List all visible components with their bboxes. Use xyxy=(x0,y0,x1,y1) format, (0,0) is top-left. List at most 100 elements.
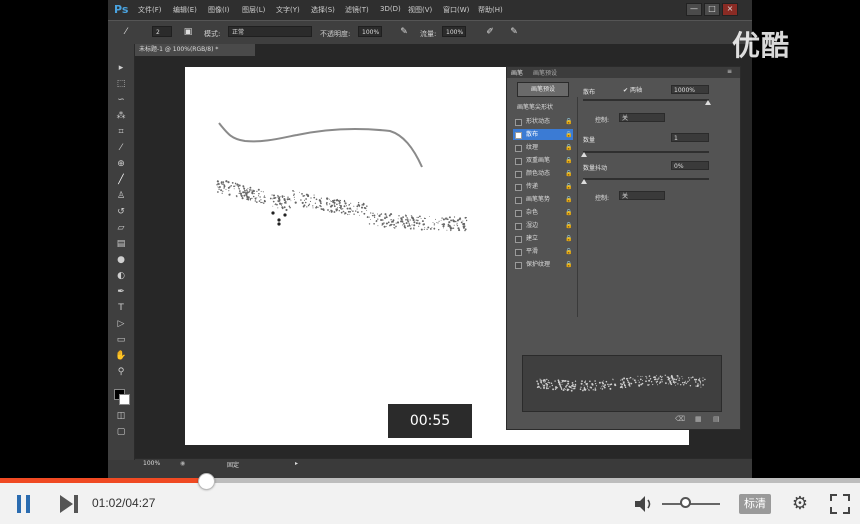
list-item-texture[interactable]: 纹理 🔒 xyxy=(513,142,573,153)
eraser-tool-icon[interactable]: ▱ xyxy=(114,222,128,235)
zoom-level[interactable]: 100% xyxy=(143,460,160,467)
fullscreen-button[interactable] xyxy=(830,494,850,514)
control-select[interactable]: 关 xyxy=(619,113,665,122)
flow-field[interactable]: 100% xyxy=(442,26,466,37)
menu-filter[interactable]: 滤镜(T) xyxy=(345,5,369,15)
minimize-button[interactable]: — xyxy=(686,3,702,16)
both-axes-checkbox[interactable]: ✔ 两轴 xyxy=(623,85,642,94)
status-arrow-icon[interactable]: ▸ xyxy=(295,460,298,467)
list-item-noise[interactable]: 杂色 🔒 xyxy=(513,207,573,218)
marquee-tool-icon[interactable]: ⬚ xyxy=(114,78,128,91)
list-item-shape-dynamics[interactable]: 形状动态 🔒 xyxy=(513,116,573,127)
checkbox[interactable] xyxy=(515,145,522,152)
stamp-tool-icon[interactable]: ♙ xyxy=(114,190,128,203)
list-item-brush-pose[interactable]: 画笔笔势 🔒 xyxy=(513,194,573,205)
count-jitter-field[interactable]: 0% xyxy=(671,161,709,170)
checkbox[interactable] xyxy=(515,210,522,217)
brush-tool-icon[interactable]: ⁄ xyxy=(120,26,132,38)
quick-mask-icon[interactable]: ◫ xyxy=(114,410,128,423)
panel-menu-icon[interactable]: ≡ xyxy=(727,68,732,75)
brush-panel-toggle-icon[interactable]: ▣ xyxy=(182,26,194,38)
lock-icon[interactable]: 🔒 xyxy=(565,181,572,192)
create-new-brush-icon[interactable]: ▤ xyxy=(713,415,720,423)
quick-select-tool-icon[interactable]: ⁂ xyxy=(114,110,128,123)
lock-icon[interactable]: 🔒 xyxy=(565,116,572,127)
opacity-field[interactable]: 100% xyxy=(358,26,382,37)
dodge-tool-icon[interactable]: ◐ xyxy=(114,270,128,283)
pause-button[interactable] xyxy=(17,495,31,513)
lock-icon[interactable]: 🔒 xyxy=(565,246,572,257)
lasso-tool-icon[interactable]: ∽ xyxy=(114,94,128,107)
list-item-smoothing[interactable]: 平滑 🔒 xyxy=(513,246,573,257)
lock-icon[interactable]: 🔒 xyxy=(565,194,572,205)
menu-layer[interactable]: 图层(L) xyxy=(242,5,265,15)
pen-tool-icon[interactable]: ✒ xyxy=(114,286,128,299)
count-jitter-slider-track[interactable] xyxy=(583,178,709,180)
list-item-protect-texture[interactable]: 保护纹理 🔒 xyxy=(513,259,573,270)
volume-slider-track[interactable] xyxy=(662,503,720,505)
lock-icon[interactable]: 🔒 xyxy=(565,168,572,179)
checkbox[interactable] xyxy=(515,223,522,230)
lock-icon[interactable]: 🔒 xyxy=(565,129,572,140)
menu-help[interactable]: 帮助(H) xyxy=(478,5,503,15)
mode-select[interactable]: 正常 xyxy=(228,26,312,37)
lock-icon[interactable]: 🔒 xyxy=(565,142,572,153)
pressure-size-icon[interactable]: ✎ xyxy=(508,26,520,38)
checkbox[interactable] xyxy=(515,158,522,165)
checkbox-checked[interactable] xyxy=(515,132,522,139)
toggle-live-tip-icon[interactable]: ⌫ xyxy=(675,415,685,423)
menu-3d[interactable]: 3D(D) xyxy=(380,5,401,13)
healing-tool-icon[interactable]: ⊕ xyxy=(114,158,128,171)
tab-brush[interactable]: 画笔 xyxy=(511,68,523,77)
count-slider-knob[interactable] xyxy=(581,152,587,157)
brush-presets-button[interactable]: 画笔预设 xyxy=(517,82,569,97)
checkbox[interactable] xyxy=(515,171,522,178)
scatter-slider-knob[interactable] xyxy=(705,100,711,105)
checkbox[interactable] xyxy=(515,119,522,126)
airbrush-icon[interactable]: ✐ xyxy=(484,26,496,38)
menu-view[interactable]: 视图(V) xyxy=(408,5,432,15)
checkbox[interactable] xyxy=(515,184,522,191)
path-select-tool-icon[interactable]: ▷ xyxy=(114,318,128,331)
count-field[interactable]: 1 xyxy=(671,133,709,142)
volume-slider-knob[interactable] xyxy=(680,497,691,508)
brush-size-picker[interactable]: 2 xyxy=(152,26,172,37)
list-item-transfer[interactable]: 传递 🔒 xyxy=(513,181,573,192)
scatter-slider-track[interactable] xyxy=(583,99,709,101)
status-info[interactable]: 固定 xyxy=(227,460,239,469)
list-item-scattering[interactable]: 散布 🔒 xyxy=(513,129,573,140)
move-tool-icon[interactable]: ▸ xyxy=(114,62,128,75)
history-brush-tool-icon[interactable]: ↺ xyxy=(114,206,128,219)
quality-button[interactable]: 标清 xyxy=(739,494,771,514)
menu-window[interactable]: 窗口(W) xyxy=(443,5,469,15)
lock-icon[interactable]: 🔒 xyxy=(565,207,572,218)
lock-icon[interactable]: 🔒 xyxy=(565,220,572,231)
menu-file[interactable]: 文件(F) xyxy=(138,5,162,15)
pressure-opacity-icon[interactable]: ✎ xyxy=(398,26,410,38)
volume-button[interactable] xyxy=(635,495,655,513)
checkbox[interactable] xyxy=(515,249,522,256)
checkbox[interactable] xyxy=(515,236,522,243)
type-tool-icon[interactable]: T xyxy=(114,302,128,315)
lock-icon[interactable]: 🔒 xyxy=(565,259,572,270)
list-item-color-dynamics[interactable]: 颜色动态 🔒 xyxy=(513,168,573,179)
tab-brush-presets[interactable]: 画笔预设 xyxy=(533,68,557,77)
menu-image[interactable]: 图像(I) xyxy=(208,5,230,15)
lock-icon[interactable]: 🔒 xyxy=(565,155,572,166)
crop-tool-icon[interactable]: ⌗ xyxy=(114,126,128,139)
close-button[interactable]: × xyxy=(722,3,738,16)
lock-icon[interactable]: 🔒 xyxy=(565,233,572,244)
scatter-value-field[interactable]: 1000% xyxy=(671,85,709,94)
new-brush-grid-icon[interactable]: ▦ xyxy=(695,415,702,423)
list-item-build-up[interactable]: 建立 🔒 xyxy=(513,233,573,244)
checkbox[interactable] xyxy=(515,197,522,204)
control2-select[interactable]: 关 xyxy=(619,191,665,200)
checkbox[interactable] xyxy=(515,262,522,269)
progress-knob[interactable] xyxy=(198,473,215,490)
menu-edit[interactable]: 编辑(E) xyxy=(173,5,197,15)
blur-tool-icon[interactable]: ● xyxy=(114,254,128,267)
document-tab[interactable]: 未标题-1 @ 100%(RGB/8) * xyxy=(135,44,255,56)
maximize-button[interactable]: □ xyxy=(704,3,720,16)
brush-tool-selected-icon[interactable]: ╱ xyxy=(114,174,128,187)
eyedropper-tool-icon[interactable]: ⁄ xyxy=(114,142,128,155)
